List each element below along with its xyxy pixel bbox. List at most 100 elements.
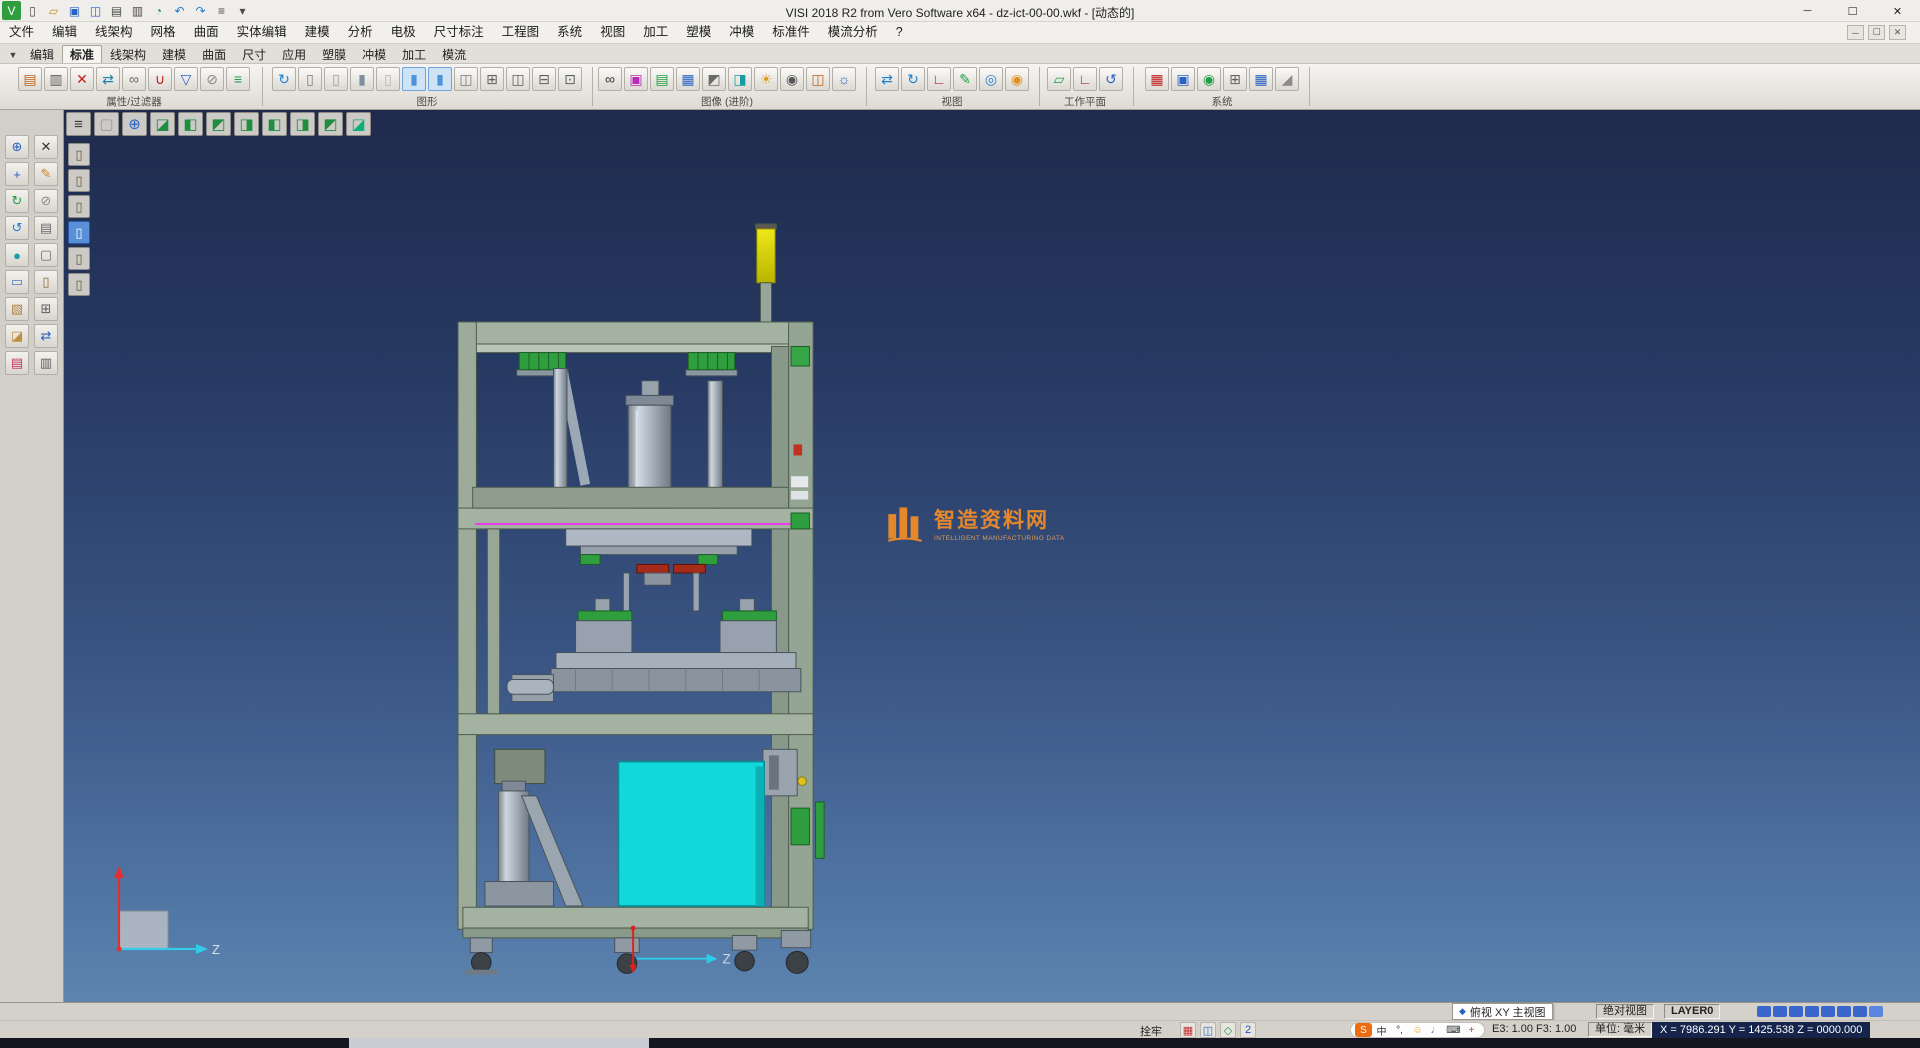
quick-access-more-icon[interactable]: ▾ bbox=[233, 1, 252, 20]
bottom-view-cube-icon[interactable]: ◩ bbox=[318, 112, 343, 136]
close-button[interactable]: ✕ bbox=[1875, 0, 1920, 22]
right-view-cube-icon[interactable]: ◨ bbox=[234, 112, 259, 136]
orient-view-icon[interactable]: ◉ bbox=[1005, 67, 1029, 91]
ribbon-tab[interactable]: 塑膜 bbox=[314, 45, 354, 63]
clipboard-icon[interactable]: ▯ bbox=[34, 270, 58, 294]
menu-item[interactable]: 文件 bbox=[0, 22, 43, 43]
cube-icon[interactable]: ◪ bbox=[5, 324, 29, 348]
output-icon[interactable]: ▥ bbox=[34, 351, 58, 375]
units-indicator[interactable]: 单位: 毫米 bbox=[1588, 1022, 1652, 1037]
match-properties-icon[interactable]: ≡ bbox=[226, 67, 250, 91]
paste-buffer-5-icon[interactable]: ▯ bbox=[68, 247, 90, 270]
counter-status-icon[interactable]: 2 bbox=[1240, 1022, 1256, 1038]
menu-item[interactable]: ? bbox=[887, 22, 912, 43]
reflection-view-icon[interactable]: ◨ bbox=[728, 67, 752, 91]
sketch-icon[interactable]: ✎ bbox=[34, 162, 58, 186]
layer-indicator[interactable]: LAYER0 bbox=[1664, 1004, 1720, 1019]
wireframe-view-icon[interactable]: ▯ bbox=[298, 67, 322, 91]
menu-item[interactable]: 编辑 bbox=[43, 22, 86, 43]
matrix-icon[interactable]: ▦ bbox=[1249, 67, 1273, 91]
ribbon-tab[interactable]: 加工 bbox=[394, 45, 434, 63]
slope-icon[interactable]: ◢ bbox=[1275, 67, 1299, 91]
save-all-icon[interactable]: ◫ bbox=[86, 1, 105, 20]
render-options-icon[interactable]: ☼ bbox=[832, 67, 856, 91]
filter-funnel-icon[interactable]: ▽ bbox=[174, 67, 198, 91]
ime-emoji-icon[interactable]: ☺ bbox=[1409, 1023, 1426, 1037]
filter-status-icon[interactable]: ◫ bbox=[1200, 1022, 1216, 1038]
transform-icon[interactable]: ⇄ bbox=[34, 324, 58, 348]
texture-map-icon[interactable]: ▦ bbox=[676, 67, 700, 91]
multi-view-icon[interactable]: ⊞ bbox=[480, 67, 504, 91]
menu-item[interactable]: 工程图 bbox=[493, 22, 549, 43]
menu-item[interactable]: 尺寸标注 bbox=[425, 22, 493, 43]
view-menu-icon[interactable]: ≡ bbox=[66, 112, 91, 136]
mdi-close-button[interactable]: ✕ bbox=[1889, 25, 1906, 40]
workplane-status-icon[interactable]: ◇ bbox=[1220, 1022, 1236, 1038]
pair-view-icon[interactable]: ◫ bbox=[506, 67, 530, 91]
stereo-glasses-icon[interactable]: ∞ bbox=[598, 67, 622, 91]
visi-app-icon[interactable]: V bbox=[2, 1, 21, 20]
measure-icon[interactable]: ⊞ bbox=[34, 297, 58, 321]
top-view-cube-icon[interactable]: ◩ bbox=[206, 112, 231, 136]
ribbon-tab[interactable]: 模流 bbox=[434, 45, 474, 63]
ribbon-tab[interactable]: 线架构 bbox=[102, 45, 154, 63]
view-settings-icon[interactable]: ⊡ bbox=[558, 67, 582, 91]
minimize-button[interactable]: ─ bbox=[1785, 0, 1830, 22]
customize-icon[interactable]: ≡ bbox=[212, 1, 231, 20]
model-viewport[interactable]: Z Z ≡▢⊕◪◧◩◨◧◨◩◪ ▯▯▯▯▯▯ 智造资料网 IN bbox=[64, 110, 1920, 1002]
lock-status-label[interactable]: 拴牢 bbox=[1140, 1023, 1162, 1039]
shadow-view-icon[interactable]: ◩ bbox=[702, 67, 726, 91]
film-strip-icon[interactable]: ▤ bbox=[650, 67, 674, 91]
back-view-cube-icon[interactable]: ◨ bbox=[290, 112, 315, 136]
menu-item[interactable]: 网格 bbox=[142, 22, 185, 43]
axes-view-icon[interactable]: ∟ bbox=[927, 67, 951, 91]
view-zoom-icon[interactable]: ⊕ bbox=[122, 112, 147, 136]
mdi-minimize-button[interactable]: ─ bbox=[1847, 25, 1864, 40]
screen-capture-icon[interactable]: ◔ bbox=[149, 1, 168, 20]
ribbon-tab[interactable]: 冲模 bbox=[354, 45, 394, 63]
active-shade-view-icon[interactable]: ▮ bbox=[402, 67, 426, 91]
rotate-view-icon[interactable]: ↻ bbox=[901, 67, 925, 91]
menu-item[interactable]: 分析 bbox=[339, 22, 382, 43]
mdi-restore-button[interactable]: ☐ bbox=[1868, 25, 1885, 40]
flat-shade-view-icon[interactable]: ▯ bbox=[376, 67, 400, 91]
camera-view-icon[interactable]: ◉ bbox=[780, 67, 804, 91]
workplane-reset-icon[interactable]: ↺ bbox=[1099, 67, 1123, 91]
tab-dropdown-icon[interactable]: ▼ bbox=[4, 46, 22, 63]
annotate-view-icon[interactable]: ✎ bbox=[953, 67, 977, 91]
workplane-create-icon[interactable]: ▱ bbox=[1047, 67, 1071, 91]
photo-render-icon[interactable]: ▣ bbox=[624, 67, 648, 91]
screen-settings-icon[interactable]: ▣ bbox=[1171, 67, 1195, 91]
shaded-view-icon[interactable]: ▮ bbox=[350, 67, 374, 91]
view-popup[interactable]: ◆ 俯视 XY 主视图 bbox=[1452, 1003, 1553, 1020]
menu-item[interactable]: 标准件 bbox=[763, 22, 819, 43]
dynamic-shade-view-icon[interactable]: ▮ bbox=[428, 67, 452, 91]
ribbon-tab[interactable]: 尺寸 bbox=[234, 45, 274, 63]
layers-icon[interactable]: ▤ bbox=[5, 351, 29, 375]
chain-link-icon[interactable]: ∞ bbox=[122, 67, 146, 91]
ribbon-tab[interactable]: 建模 bbox=[154, 45, 194, 63]
left-view-cube-icon[interactable]: ◧ bbox=[262, 112, 287, 136]
menu-item[interactable]: 系统 bbox=[548, 22, 591, 43]
paste-buffer-2-icon[interactable]: ▯ bbox=[68, 169, 90, 192]
ribbon-tab[interactable]: 应用 bbox=[274, 45, 314, 63]
dynamic-view-cube-icon[interactable]: ◪ bbox=[346, 112, 371, 136]
menu-item[interactable]: 视图 bbox=[591, 22, 634, 43]
sphere-icon[interactable]: ● bbox=[5, 243, 29, 267]
solid-box-icon[interactable]: ▧ bbox=[5, 297, 29, 321]
workplane-align-icon[interactable]: ∟ bbox=[1073, 67, 1097, 91]
delete-icon[interactable]: ✕ bbox=[34, 135, 58, 159]
ime-lang-icon[interactable]: 中 bbox=[1373, 1023, 1390, 1037]
new-file-icon[interactable]: ▯ bbox=[23, 1, 42, 20]
rotate-3d-icon[interactable]: ↻ bbox=[5, 189, 29, 213]
maximize-button[interactable]: ☐ bbox=[1830, 0, 1875, 22]
menu-item[interactable]: 实体编辑 bbox=[228, 22, 296, 43]
view-blank-icon[interactable]: ▢ bbox=[94, 112, 119, 136]
light-source-icon[interactable]: ☀ bbox=[754, 67, 778, 91]
redraw-icon[interactable]: ↻ bbox=[272, 67, 296, 91]
paste-buffer-4-icon[interactable]: ▯ bbox=[68, 221, 90, 244]
property-printer-icon[interactable]: ▥ bbox=[44, 67, 68, 91]
flatten-icon[interactable]: ▭ bbox=[5, 270, 29, 294]
open-file-icon[interactable]: ▱ bbox=[44, 1, 63, 20]
menu-item[interactable]: 冲模 bbox=[720, 22, 763, 43]
